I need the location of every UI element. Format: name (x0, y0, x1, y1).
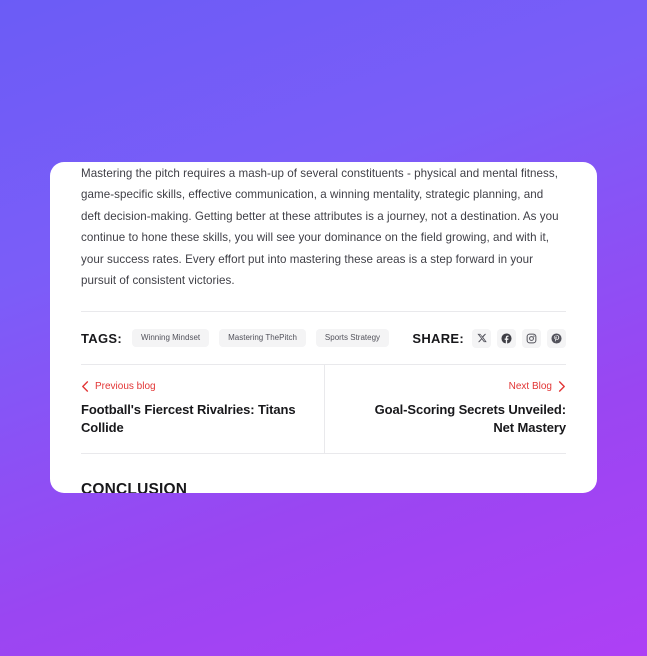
card-content: Mastering the pitch requires a mash-up o… (50, 162, 597, 493)
instagram-icon (526, 333, 537, 344)
x-twitter-icon (476, 334, 487, 343)
conclusion-section: CONCLUSION MADISON TAYLOR March 15, 2024… (81, 454, 566, 493)
tags-label: TAGS: (81, 330, 122, 346)
article-footer-card: Mastering the pitch requires a mash-up o… (50, 162, 597, 493)
share-instagram-button[interactable] (522, 328, 541, 348)
share-block: SHARE: (412, 328, 566, 348)
next-blog-title[interactable]: Goal-Scoring Secrets Unveiled: Net Maste… (351, 401, 566, 437)
previous-blog-link[interactable]: Previous blog (81, 381, 300, 392)
previous-blog-title[interactable]: Football's Fiercest Rivalries: Titans Co… (81, 401, 296, 437)
tags-share-row: TAGS: Winning Mindset Mastering ThePitch… (81, 312, 566, 364)
conclusion-heading: CONCLUSION (81, 481, 188, 493)
previous-blog-link-label: Previous blog (95, 381, 156, 393)
article-paragraph: Mastering the pitch requires a mash-up o… (81, 167, 559, 288)
share-icons (472, 328, 566, 348)
tag-pill[interactable]: Sports Strategy (315, 329, 390, 348)
tag-pill[interactable]: Winning Mindset (131, 329, 210, 348)
share-label: SHARE: (412, 330, 464, 346)
share-facebook-button[interactable] (497, 328, 516, 348)
pinterest-icon (551, 333, 562, 344)
tags-block: TAGS: Winning Mindset Mastering ThePitch… (81, 329, 390, 348)
blog-navigation: Previous blog Football's Fiercest Rivalr… (81, 365, 566, 454)
chevron-left-icon (82, 381, 89, 393)
next-blog-link[interactable]: Next Blog (509, 381, 566, 392)
facebook-icon (501, 333, 512, 344)
share-pinterest-button[interactable] (547, 328, 566, 348)
previous-blog-column: Previous blog Football's Fiercest Rivalr… (81, 365, 324, 453)
next-blog-column: Next Blog Goal-Scoring Secrets Unveiled:… (323, 365, 566, 454)
tag-pill[interactable]: Mastering ThePitch (219, 329, 306, 348)
chevron-right-icon (558, 381, 565, 393)
share-x-twitter-button[interactable] (472, 328, 491, 348)
next-blog-link-label: Next Blog (508, 381, 552, 393)
article-body: Mastering the pitch requires a mash-up o… (81, 162, 566, 291)
